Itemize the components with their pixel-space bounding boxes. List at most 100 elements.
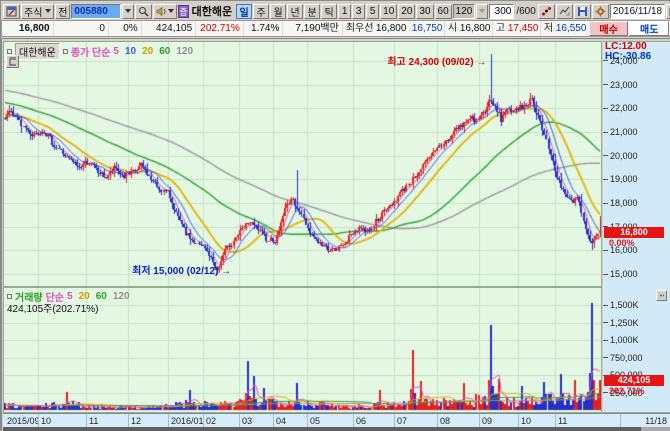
time-axis-label-08: 08 [440, 416, 450, 426]
time-axis-label-11: 11 [89, 416, 98, 426]
chevron-down-icon [479, 9, 485, 13]
chevron-down-icon [45, 9, 51, 13]
best-bid: 16,750 [409, 21, 445, 36]
time-axis-separator [168, 414, 169, 428]
period-tab-월[interactable]: 월 [270, 4, 286, 19]
hts-chart-window: { "toolbar": { "asset_type": "주식", "prev… [0, 0, 670, 431]
pane-splitter-button[interactable] [656, 290, 667, 301]
time-axis-label-12: 12 [131, 416, 141, 426]
main-toolbar: 주식 전 증 대한해운 일주월년분틱 13510203060120 /600 2… [1, 2, 670, 20]
chevron-down-icon [168, 9, 174, 13]
time-axis-separator [620, 414, 621, 428]
buy-button[interactable]: 매수 [589, 21, 629, 36]
low-label: 저 [541, 21, 553, 36]
horizontal-scrollbar[interactable] [3, 427, 670, 431]
current-price-marker: 16,800 [604, 227, 664, 238]
chevron-down-icon [125, 9, 131, 13]
minute-button-3[interactable]: 3 [352, 4, 365, 19]
price-ma-120-label[interactable]: 120 [176, 46, 193, 57]
volume-tick-1500000: 1,500K [603, 300, 639, 310]
price-pane: 대한해운 종가 단순 5102060120 최고 24,300 (09/02) … [3, 41, 602, 287]
scrollbar-handle[interactable] [3, 427, 641, 431]
time-axis-separator [394, 414, 395, 428]
trendline-icon [559, 6, 570, 17]
time-axis-separator [86, 414, 87, 428]
price-ma-20-label[interactable]: 20 [142, 46, 153, 57]
bars-visible-input[interactable] [489, 4, 514, 19]
best-ask: 16,800 [373, 21, 409, 36]
prev-stock-button[interactable]: 전 [55, 4, 70, 19]
time-axis-separator [38, 414, 39, 428]
volume-value: 424,105 [142, 21, 196, 36]
time-axis-label-02: 02 [206, 416, 216, 426]
legend-checkbox-icon[interactable] [63, 49, 68, 54]
interval-dropdown-disabled[interactable] [476, 4, 488, 19]
minute-button-10[interactable]: 10 [380, 4, 397, 19]
period-tab-년[interactable]: 년 [287, 4, 303, 19]
dots-icon [541, 6, 552, 17]
pane-tool-button[interactable] [6, 55, 19, 68]
time-axis-separator [518, 414, 519, 428]
volume-ma-120-label[interactable]: 120 [113, 291, 130, 302]
price-tick-18000: 18,000 [603, 198, 638, 208]
time-axis-separator [555, 414, 556, 428]
minute-button-5[interactable]: 5 [366, 4, 379, 19]
stock-code-input[interactable] [71, 4, 121, 19]
window-switch-button[interactable] [3, 4, 20, 19]
sell-button[interactable]: 매도 [629, 21, 669, 36]
price-ma-10-label[interactable]: 10 [125, 46, 136, 57]
time-axis-label-09: 09 [482, 416, 492, 426]
current-volume-ratio: 202.71% [609, 386, 645, 396]
price-ma-60-label[interactable]: 60 [159, 46, 170, 57]
volume-tick-1000000: 1,000K [603, 335, 639, 345]
time-axis-separator [307, 414, 308, 428]
code-dropdown-button[interactable] [122, 4, 134, 19]
sound-button[interactable] [153, 4, 177, 19]
chart-date-field[interactable]: 2016/11/18 [610, 4, 665, 19]
legend-study-label[interactable]: 종가 단순 [71, 44, 111, 59]
current-volume-marker: 424,105 [604, 375, 664, 386]
price-axis-column: LC:12.00 HC:-30.86 16,800 0.00% 424,105 … [603, 41, 670, 413]
time-axis-label-2016-01: 2016/01 [171, 416, 204, 426]
time-axis: 11/18 2015/091011122016/0102030405060708… [3, 413, 670, 427]
time-axis-label-11: 11 [558, 416, 567, 426]
legend-checkbox-icon[interactable] [7, 49, 12, 54]
price-tick-24000: 24,000 [603, 56, 638, 66]
legend-checkbox-icon[interactable] [7, 294, 12, 299]
price-tick-22000: 22,000 [603, 103, 638, 113]
low-annotation: 최저 15,000 (02/12) → [132, 262, 231, 277]
price-ma-5-label[interactable]: 5 [113, 46, 119, 57]
minute-button-120[interactable]: 120 [453, 4, 476, 19]
price-change: 0 [54, 21, 109, 36]
low-price: 16,550 [553, 21, 589, 36]
calendar-button[interactable] [666, 4, 670, 19]
high-label: 고 [493, 21, 505, 36]
price-tick-20000: 20,000 [603, 151, 638, 161]
search-button[interactable] [135, 4, 152, 19]
period-tab-주[interactable]: 주 [253, 4, 269, 19]
minute-button-30[interactable]: 30 [416, 4, 433, 19]
time-axis-label-03: 03 [242, 416, 252, 426]
bars-total-label: /600 [515, 6, 536, 17]
asset-type-select[interactable]: 주식 [21, 4, 54, 19]
price-tick-21000: 21,000 [603, 127, 638, 137]
minute-button-strip: 13510203060120 [338, 4, 475, 19]
time-axis-end-label: 11/18 [645, 416, 667, 426]
current-price: 16,800 [2, 21, 54, 36]
minute-button-1[interactable]: 1 [338, 4, 351, 19]
minute-button-20[interactable]: 20 [398, 4, 415, 19]
price-tick-23000: 23,000 [603, 80, 638, 90]
price-chart-canvas[interactable] [4, 42, 601, 286]
compare-button[interactable] [538, 4, 555, 19]
trendline-button[interactable] [556, 4, 573, 19]
period-tab-분[interactable]: 분 [304, 4, 320, 19]
period-tab-일[interactable]: 일 [236, 4, 252, 19]
minute-button-60[interactable]: 60 [435, 4, 452, 19]
open-label: 시 [445, 21, 457, 36]
current-change-marker: 0.00% [609, 238, 635, 248]
save-button[interactable] [574, 4, 591, 19]
legend-stock-name[interactable]: 대한해운 [15, 43, 60, 60]
time-axis-separator [437, 414, 438, 428]
period-tab-틱[interactable]: 틱 [321, 4, 337, 19]
settings-button[interactable] [592, 4, 609, 19]
